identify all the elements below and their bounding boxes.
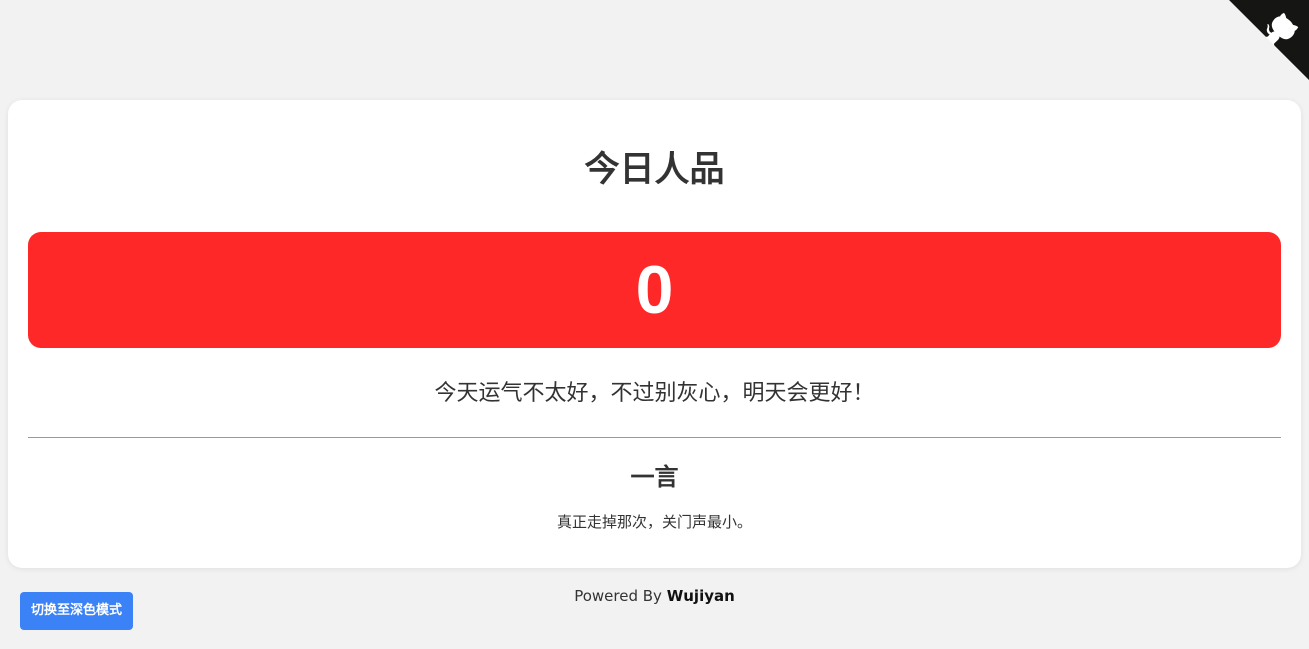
divider — [28, 437, 1281, 438]
theme-toggle-button[interactable]: 切换至深色模式 — [20, 592, 133, 630]
github-octocat-icon — [1229, 0, 1309, 80]
result-card: 今日人品 0 今天运气不太好，不过别灰心，明天会更好！ 一言 真正走掉那次，关门… — [8, 100, 1301, 568]
score-value: 0 — [635, 252, 674, 328]
page-title: 今日人品 — [584, 150, 725, 190]
powered-by-label: Powered By — [574, 587, 662, 605]
author-name: Wujiyan — [666, 587, 735, 605]
github-corner-link[interactable] — [1229, 0, 1309, 80]
fortune-message: 今天运气不太好，不过别灰心，明天会更好！ — [434, 381, 875, 406]
hitokoto-title: 一言 — [630, 463, 679, 491]
score-panel: 0 — [28, 232, 1281, 348]
footer: Powered By Wujiyan — [0, 585, 1309, 607]
hitokoto-text: 真正走掉那次，关门声最小。 — [556, 513, 752, 531]
